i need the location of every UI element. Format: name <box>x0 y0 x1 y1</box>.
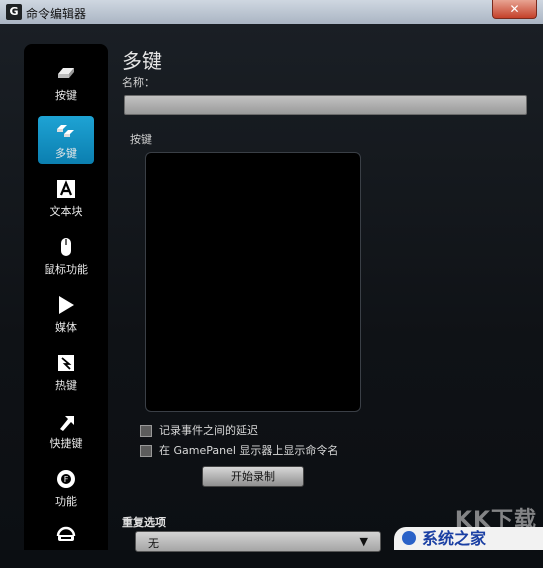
svg-text:F: F <box>64 475 69 484</box>
name-label: 名称： <box>122 76 155 89</box>
keys-recording-area[interactable] <box>145 152 361 412</box>
sidebar-item-key[interactable]: 按键 <box>38 58 94 106</box>
sidebar-item-media[interactable]: 媒体 <box>38 290 94 338</box>
repeat-options-select[interactable]: 无 ▼ <box>135 531 381 552</box>
record-delay-checkbox[interactable] <box>140 425 152 437</box>
sidebar-item-label: 按键 <box>55 89 77 102</box>
command-type-sidebar: 按键 多键 文本块 鼠标功能 媒体 热键 快捷键 F 功能 <box>24 44 108 550</box>
watermark-logo-icon <box>402 531 416 545</box>
media-play-icon <box>59 296 74 314</box>
sidebar-item-text-block[interactable]: 文本块 <box>38 174 94 222</box>
sidebar-item-label: 快捷键 <box>49 437 83 450</box>
key-icon <box>58 68 74 78</box>
sidebar-item-hotkey[interactable]: 热键 <box>38 348 94 396</box>
keys-label: 按键 <box>130 133 152 146</box>
sidebar-item-ventrilo[interactable] <box>38 520 94 568</box>
close-button[interactable]: ✕ <box>492 0 537 19</box>
sidebar-item-function[interactable]: F 功能 <box>38 464 94 512</box>
sidebar-item-label: 媒体 <box>55 321 77 334</box>
watermark-bottom-text: 系统之家 <box>422 529 487 548</box>
ventrilo-icon <box>56 526 76 541</box>
sidebar-item-label: 文本块 <box>49 205 83 218</box>
start-recording-button[interactable]: 开始录制 <box>202 466 304 487</box>
text-block-icon <box>57 180 75 198</box>
logitech-g-icon: G <box>6 4 22 20</box>
show-name-checkbox[interactable] <box>140 445 152 457</box>
page-title: 多键 <box>122 49 162 73</box>
sidebar-item-multikey[interactable]: 多键 <box>38 116 94 164</box>
title-bar: G 命令编辑器 ✕ <box>0 0 543 25</box>
sidebar-item-label: 多键 <box>55 147 77 160</box>
show-name-label: 在 GamePanel 显示器上显示命令名 <box>159 444 339 457</box>
shortcut-arrow-icon <box>60 416 74 431</box>
sidebar-item-label: 热键 <box>55 379 77 392</box>
sidebar-item-shortcut[interactable]: 快捷键 <box>38 406 94 454</box>
chevron-down-icon: ▼ <box>359 535 368 548</box>
sidebar-item-mouse[interactable]: 鼠标功能 <box>38 232 94 280</box>
function-gear-icon: F <box>57 470 75 488</box>
repeat-options-label: 重复选项 <box>122 516 166 529</box>
hotkey-icon <box>58 355 74 371</box>
sidebar-item-label: 鼠标功能 <box>44 263 88 276</box>
mouse-icon <box>61 238 71 256</box>
record-delay-option[interactable]: 记录事件之间的延迟 <box>140 424 258 438</box>
multikey-icon <box>57 125 74 137</box>
name-input[interactable] <box>124 95 527 115</box>
show-name-option[interactable]: 在 GamePanel 显示器上显示命令名 <box>140 444 338 458</box>
sidebar-item-label: 功能 <box>55 495 77 508</box>
record-delay-label: 记录事件之间的延迟 <box>159 424 258 437</box>
repeat-options-value: 无 <box>148 537 159 550</box>
watermark-bottom: 系统之家 <box>394 527 543 550</box>
window-title: 命令编辑器 <box>26 7 87 21</box>
